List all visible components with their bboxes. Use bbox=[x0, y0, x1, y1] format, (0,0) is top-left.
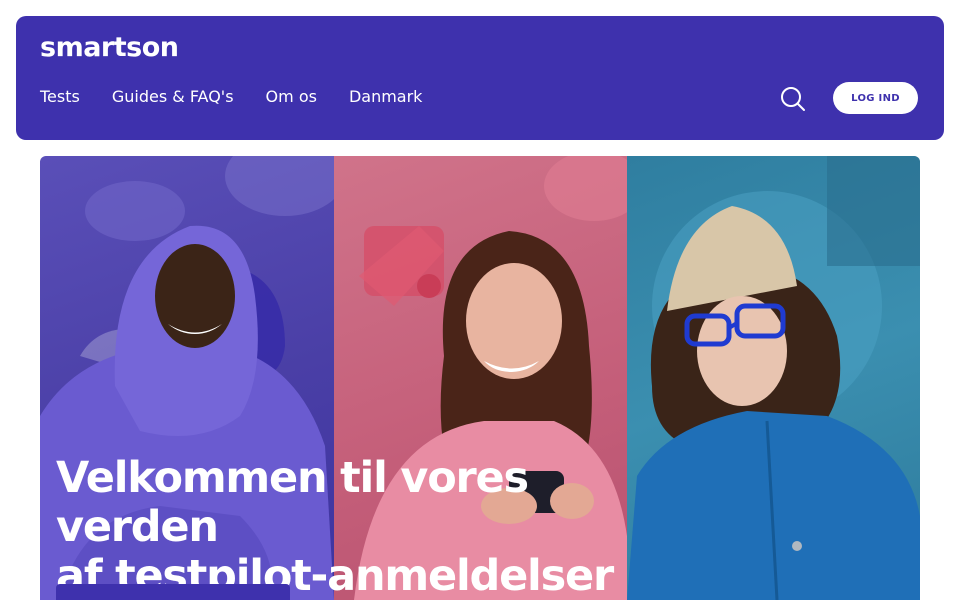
site-header: smartson Tests Guides & FAQ's Om os Danm… bbox=[16, 16, 944, 140]
nav-item-tests[interactable]: Tests bbox=[40, 86, 80, 108]
nav-item-danmark[interactable]: Danmark bbox=[349, 86, 423, 108]
main-nav: Tests Guides & FAQ's Om os Danmark bbox=[40, 86, 422, 108]
hero-title-line-1: Velkommen til vores verden bbox=[56, 453, 529, 552]
smartson-logo[interactable]: smartson bbox=[40, 32, 179, 63]
search-icon[interactable] bbox=[778, 84, 808, 114]
login-button[interactable]: LOG IND bbox=[833, 82, 918, 114]
hero-cta-button[interactable] bbox=[56, 584, 290, 600]
nav-item-guides-faq[interactable]: Guides & FAQ's bbox=[112, 86, 234, 108]
hero-title: Velkommen til vores verden af testpilot-… bbox=[56, 454, 676, 600]
nav-item-om-os[interactable]: Om os bbox=[266, 86, 317, 108]
hero-banner: Velkommen til vores verden af testpilot-… bbox=[40, 156, 920, 600]
